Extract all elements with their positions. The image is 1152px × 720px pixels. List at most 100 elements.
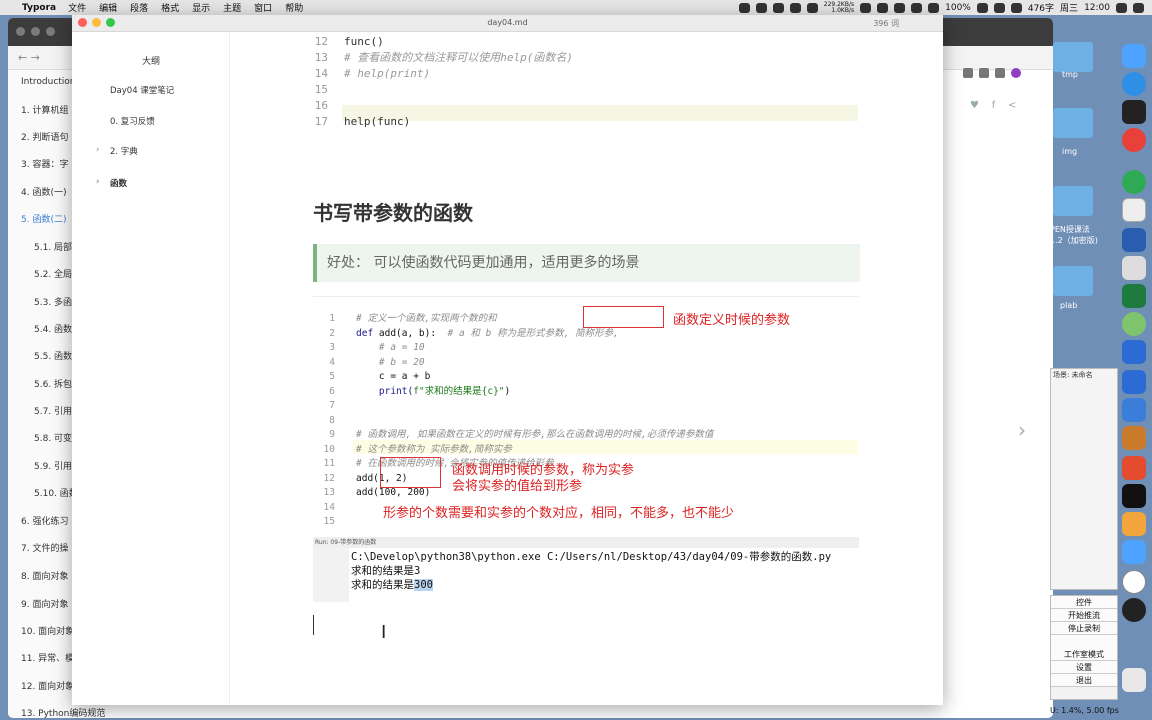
tray-icon[interactable] [993,2,1005,13]
tray-icon[interactable] [894,2,906,13]
word-icon[interactable] [1122,228,1146,252]
bg-sidebar-item[interactable]: 5.7. 引用 [34,404,72,417]
tray-icon[interactable] [1010,2,1022,13]
code-line[interactable]: 16 [310,98,344,114]
bg-sidebar-item[interactable]: 5.8. 可变 [34,431,72,444]
bg-sidebar-item[interactable]: 5.3. 多函 [34,295,72,308]
terminal-icon[interactable] [1122,100,1146,124]
bg-sidebar-item[interactable]: 2. 判断语句 [21,130,68,143]
windows-icon[interactable] [1122,370,1146,394]
bg-sidebar-item[interactable]: 10. 面向对象 [21,624,74,637]
code-line[interactable]: 17 help(func) [310,114,410,130]
stop-recording-button[interactable]: 停止录制 [1051,622,1117,635]
pycharm-icon[interactable] [1122,484,1146,508]
minimize-dot[interactable] [31,27,40,36]
bg-sidebar-item[interactable]: 9. 面向对象 [21,597,68,610]
folder-icon[interactable] [1053,186,1093,216]
notification-icon[interactable] [1133,2,1144,13]
bg-sidebar-item[interactable]: 5. 函数(二) [21,212,66,225]
close-dot[interactable] [16,27,25,36]
outline-item[interactable]: › 函数 [96,177,127,189]
code-line[interactable]: 12 func() [310,34,384,50]
studio-mode-button[interactable]: 工作室模式 [1051,648,1117,661]
sublime-icon[interactable] [1122,426,1146,450]
extension-icon[interactable] [995,68,1005,78]
search-icon[interactable] [1116,2,1127,13]
tray-icon[interactable] [738,2,750,13]
code-line[interactable]: 13 # 查看函数的文档注释可以使用help(函数名) [310,50,573,66]
finder-icon[interactable] [1122,44,1146,68]
app-icon[interactable] [1122,398,1146,422]
bg-sidebar-item[interactable]: 3. 容器：字 [21,157,68,170]
obs-icon[interactable] [1122,598,1146,622]
chevron-right-icon[interactable]: › [96,177,100,187]
share-icon[interactable]: < [1008,100,1016,111]
tray-icon[interactable] [877,2,889,13]
back-forward-icon[interactable]: ← → [18,51,40,64]
twitter-icon[interactable]: ♥ [970,100,979,111]
avatar[interactable] [1011,68,1021,78]
menu-file[interactable]: 文件 [68,1,86,14]
app-menu[interactable]: Typora [22,3,56,13]
wifi-icon[interactable] [928,2,940,13]
exit-button[interactable]: 退出 [1051,674,1117,687]
menu-window[interactable]: 窗口 [254,1,272,14]
bg-sidebar-item[interactable]: 8. 面向对象 [21,569,68,582]
next-page-icon[interactable]: › [1018,418,1026,442]
clock-app-icon[interactable] [1122,570,1146,594]
bg-sidebar-item[interactable]: 13. Python编码规范 [21,706,105,719]
code-block[interactable]: 12 func() 13 # 查看函数的文档注释可以使用help(函数名) 14 # he… [310,32,858,128]
tray-icon[interactable] [911,2,923,13]
bg-sidebar-item[interactable]: 5.5. 函数 [34,349,72,362]
excel-icon[interactable] [1122,284,1146,308]
tray-icon[interactable] [860,2,872,13]
bg-sidebar-item[interactable]: 5.9. 引用 [34,459,72,472]
menu-theme[interactable]: 主题 [223,1,241,14]
menu-help[interactable]: 帮助 [285,1,303,14]
editor-area[interactable]: 12 func() 13 # 查看函数的文档注释可以使用help(函数名) 14 # he… [231,32,943,705]
tray-icon[interactable] [806,2,818,13]
bg-sidebar-item[interactable]: 11. 异常、模 [21,651,74,664]
menu-edit[interactable]: 编辑 [99,1,117,14]
tray-icon[interactable] [755,2,767,13]
tray-icon[interactable] [772,2,784,13]
menu-format[interactable]: 格式 [161,1,179,14]
folder-app-icon[interactable] [1122,512,1146,536]
bg-sidebar-item[interactable]: 5.1. 局部 [34,240,72,253]
chrome-icon[interactable] [1122,128,1146,152]
word-count[interactable]: 396 词 [873,18,899,29]
bg-sidebar-item[interactable]: 6. 强化练习 [21,514,68,527]
bg-sidebar-item[interactable]: 12. 面向对象 [21,679,74,692]
battery-icon[interactable] [976,2,988,13]
bg-sidebar-item[interactable]: 5.6. 拆包 [34,377,72,390]
typora-icon[interactable] [1122,198,1146,222]
bg-sidebar-item[interactable]: 1. 计算机组 [21,103,68,116]
outline-item[interactable]: › 2. 字典 [96,145,138,157]
settings-button[interactable]: 设置 [1051,661,1117,674]
menu-view[interactable]: 显示 [192,1,210,14]
facebook-icon[interactable]: f [992,100,996,111]
xmind-icon[interactable] [1122,456,1146,480]
trash-icon[interactable] [1122,668,1146,692]
outline-item[interactable]: 0. 复习反馈 [110,115,155,127]
bg-sidebar-item[interactable]: 7. 文件的操 [21,541,68,554]
start-stream-button[interactable]: 开始推流 [1051,609,1117,622]
folder-icon[interactable] [1053,108,1093,138]
tray-icon[interactable] [789,2,801,13]
extension-icon[interactable] [963,68,973,78]
chevron-right-icon[interactable]: › [96,145,99,155]
folder-icon[interactable] [1053,266,1093,296]
preview-icon[interactable] [1122,256,1146,280]
menu-paragraph[interactable]: 段落 [130,1,148,14]
zoom-dot[interactable] [46,27,55,36]
app-icon[interactable] [1122,540,1146,564]
code-line[interactable]: 15 [310,82,344,98]
code-line[interactable]: 14 # help(print) [310,66,430,82]
app-icon[interactable] [1122,312,1146,336]
bg-sidebar-item[interactable]: 4. 函数(一) [21,185,66,198]
outline-item[interactable]: Day04 课堂笔记 [110,84,174,96]
bg-sidebar-item[interactable]: Introduction [21,77,76,87]
evernote-icon[interactable] [1122,170,1146,194]
extension-icon[interactable] [979,68,989,78]
folder-icon[interactable] [1053,42,1093,72]
